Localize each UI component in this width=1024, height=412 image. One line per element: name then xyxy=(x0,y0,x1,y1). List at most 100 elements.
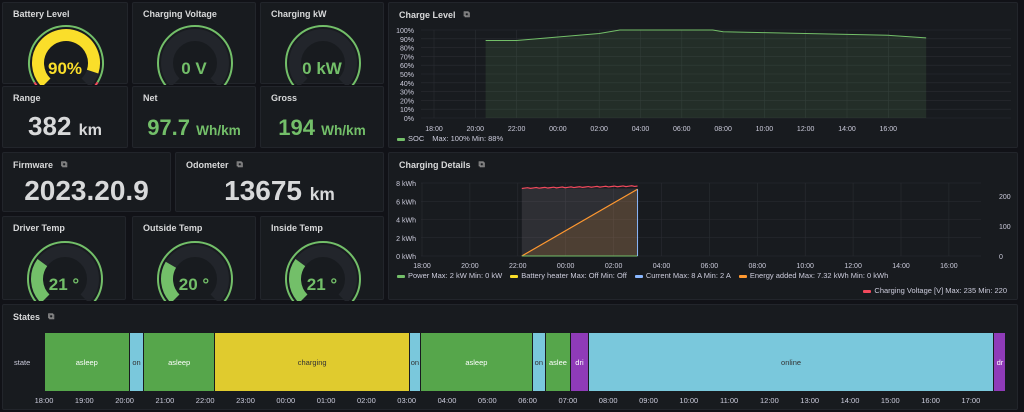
legend-stats: Max: 8 A Min: 2 A xyxy=(672,271,731,280)
states-panel: States ⧉ state asleep on asleep charging on asle… xyxy=(2,304,1018,410)
y-tick-label: 20% xyxy=(400,98,414,105)
panel-title[interactable]: Firmware ⧉ xyxy=(13,159,67,170)
legend-item-power[interactable]: Power Max: 2 kW Min: 0 kW xyxy=(397,271,502,280)
x-tick-label: 10:00 xyxy=(796,263,814,270)
value: 97.7 xyxy=(147,115,191,140)
x-tick-label: 22:00 xyxy=(508,126,526,133)
x-tick-label: 03:00 xyxy=(397,396,417,405)
y-tick-label: 60% xyxy=(400,63,414,70)
gauge-charging-kw: Charging kW 0 kW xyxy=(260,2,384,85)
gauge-value: 21 ° xyxy=(306,275,338,294)
segment-label: charging xyxy=(297,357,327,367)
external-link-icon[interactable]: ⧉ xyxy=(48,311,54,322)
panel-title[interactable]: States ⧉ xyxy=(13,311,54,322)
x-tick-label: 13:00 xyxy=(800,396,820,405)
legend-label: Power xyxy=(408,271,430,280)
x-tick-label: 02:00 xyxy=(590,126,608,133)
x-tick-label: 05:00 xyxy=(477,396,497,405)
y-tick-label: 70% xyxy=(400,54,414,61)
charge-level-panel: Charge Level ⧉ 0% 10% 20% 30% 40% 50% 60% 70% 80% 9… xyxy=(388,2,1018,148)
panel-title-text: Odometer xyxy=(186,159,229,170)
y-tick-label: 0 kWh xyxy=(396,254,416,261)
segment-label: asleep xyxy=(75,357,98,367)
panel-title[interactable]: Net xyxy=(143,93,158,103)
legend-label: Charging Voltage [V] xyxy=(874,286,944,295)
soc-area xyxy=(485,30,927,118)
legend-stats: Max: Off Min: Off xyxy=(570,271,627,280)
legend-stats: Max: 2 kW Min: 0 kW xyxy=(431,271,503,280)
legend-item-battery-heater[interactable]: Battery heater Max: Off Min: Off xyxy=(510,271,627,280)
stat-value: 194 Wh/km xyxy=(261,115,383,141)
panel-title[interactable]: Odometer ⧉ xyxy=(186,159,243,170)
state-segment[interactable]: asleep xyxy=(44,333,129,391)
unit: Wh/km xyxy=(196,123,241,138)
x-tick-label: 10:00 xyxy=(756,126,774,133)
legend-stats: Max: 100% Min: 88% xyxy=(432,134,504,143)
x-tick-label: 02:00 xyxy=(605,263,623,270)
gross-panel: Gross 194 Wh/km xyxy=(260,86,384,148)
y-tick-label: 30% xyxy=(400,90,414,97)
legend-item-energy-added[interactable]: Energy added Max: 7.32 kWh Min: 0 kWh xyxy=(738,271,889,280)
legend-swatch xyxy=(510,274,519,278)
stat-value: 382 km xyxy=(3,111,127,142)
x-tick-label: 12:00 xyxy=(760,396,779,405)
x-tick-label: 23:00 xyxy=(236,396,255,405)
y-tick-label: 40% xyxy=(400,81,414,88)
x-tick-label: 00:00 xyxy=(549,126,567,133)
legend-swatch xyxy=(738,274,747,278)
panel-title-text: Range xyxy=(13,93,41,103)
legend-stats: Max: 7.32 kWh Min: 0 kWh xyxy=(798,271,889,280)
y-tick-label: 4 kWh xyxy=(396,218,416,225)
charging-details-panel: Charging Details ⧉ 0 kWh 2 kWh 4 kWh 6 kWh 8 k… xyxy=(388,152,1018,300)
value: 2023.20.9 xyxy=(24,175,149,206)
state-segment[interactable]: asleep xyxy=(144,333,215,391)
state-segment[interactable]: on xyxy=(410,333,420,391)
y-tick-label: 90% xyxy=(400,37,414,44)
x-tick-label: 04:00 xyxy=(653,263,671,270)
gauge-battery-level: Battery Level 90% xyxy=(2,2,128,85)
segment-label: dr xyxy=(996,357,1004,367)
gauge-value: 90% xyxy=(47,59,83,78)
legend-swatch xyxy=(397,274,405,278)
segment-label: asleep xyxy=(465,357,488,367)
external-link-icon[interactable]: ⧉ xyxy=(61,159,67,170)
y-tick-label: 6 kWh xyxy=(396,199,416,206)
panel-title-text: States xyxy=(13,311,41,322)
legend-label: Energy added xyxy=(749,271,797,280)
state-segment[interactable]: dr xyxy=(994,333,1006,391)
y2-tick-label: 200 xyxy=(999,194,1011,201)
legend-swatch xyxy=(634,274,643,278)
firmware-panel: Firmware ⧉ 2023.20.9 xyxy=(2,152,171,212)
unit: km xyxy=(78,121,102,139)
odometer-panel: Odometer ⧉ 13675 km xyxy=(175,152,384,212)
legend-label: SOC xyxy=(408,134,425,143)
panel-title[interactable]: Range xyxy=(13,93,41,103)
external-link-icon[interactable]: ⧉ xyxy=(237,159,243,170)
segment-label: asleep xyxy=(168,357,191,367)
state-segment[interactable]: asleep xyxy=(420,333,532,391)
legend-item-soc[interactable]: SOC Max: 100% Min: 88% xyxy=(397,134,503,143)
y-tick-label: 80% xyxy=(400,46,414,53)
gauge-outside-temp: Outside Temp 20 ° xyxy=(132,216,256,301)
x-tick-label: 20:00 xyxy=(115,396,134,405)
panel-title-text: Net xyxy=(143,93,158,103)
state-segment[interactable]: online xyxy=(588,333,994,391)
state-segment[interactable]: on xyxy=(532,333,545,391)
state-segment[interactable]: aslee xyxy=(545,333,571,391)
x-tick-label: 06:00 xyxy=(518,396,537,405)
state-segment[interactable]: on xyxy=(129,333,144,391)
charging-voltage-line xyxy=(521,185,638,190)
stat-value: 2023.20.9 xyxy=(3,175,170,207)
stat-value: 13675 km xyxy=(176,175,383,207)
gauge-driver-temp: Driver Temp 21 ° xyxy=(2,216,126,301)
x-tick-label: 01:00 xyxy=(316,396,336,405)
legend-stats: Max: 235 Min: 220 xyxy=(945,286,1007,295)
state-segment[interactable]: dri xyxy=(571,333,588,391)
state-segment[interactable]: charging xyxy=(215,333,410,391)
x-tick-label: 11:00 xyxy=(719,396,739,405)
legend-swatch xyxy=(397,137,405,141)
value: 194 xyxy=(278,115,315,140)
legend-item-current[interactable]: Current Max: 8 A Min: 2 A xyxy=(634,271,731,280)
legend-item-charging-voltage-v-[interactable]: Charging Voltage [V] Max: 235 Min: 220 xyxy=(863,286,1007,295)
panel-title[interactable]: Gross xyxy=(271,93,297,103)
